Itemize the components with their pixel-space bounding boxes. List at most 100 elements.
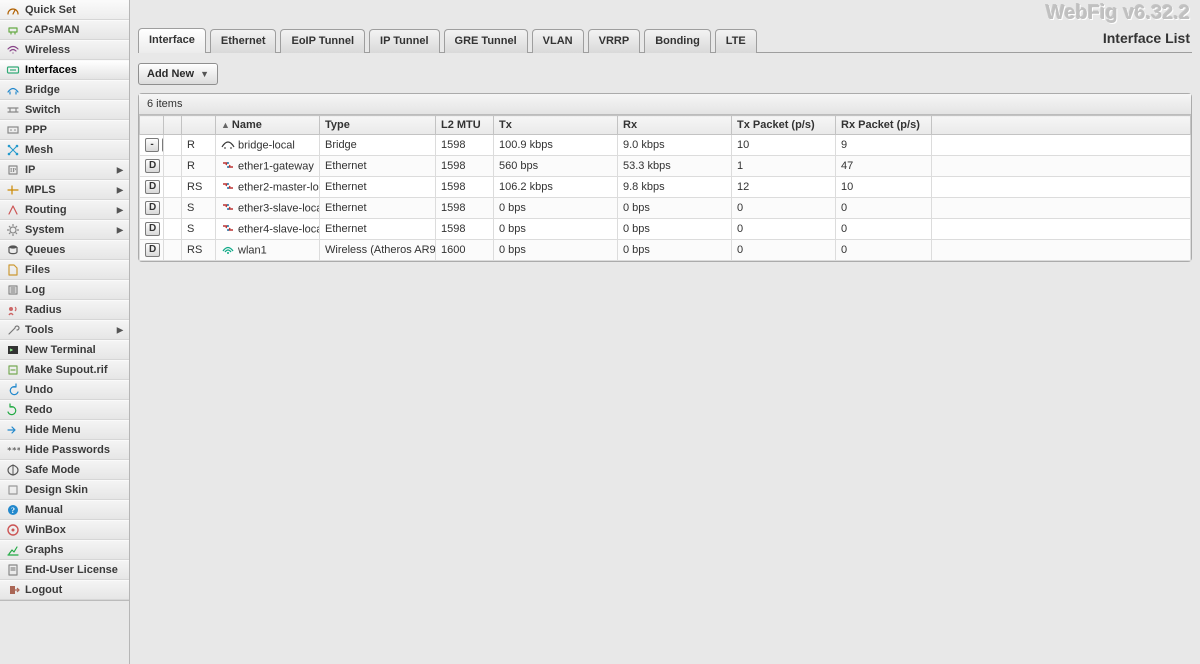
cell-flags: S (182, 198, 216, 219)
sidebar-item-graphs[interactable]: Graphs (0, 540, 129, 560)
tab-bonding[interactable]: Bonding (644, 29, 711, 53)
col-header-tx[interactable]: Tx (494, 116, 618, 135)
cell-l2mtu: 1600 (436, 240, 494, 261)
col-header-ctl1[interactable] (140, 116, 164, 135)
sidebar-item-interfaces[interactable]: Interfaces (0, 60, 129, 80)
col-header-rest[interactable] (932, 116, 1191, 135)
cell-tx: 100.9 kbps (494, 135, 618, 156)
col-header-type[interactable]: Type (320, 116, 436, 135)
cell-rxp: 0 (836, 240, 932, 261)
switch-icon (6, 103, 20, 117)
ap-icon (6, 23, 20, 37)
hidemenu-icon (6, 423, 20, 437)
gauge-icon (6, 3, 20, 17)
sidebar-item-label: IP (25, 164, 35, 176)
cell-spacer (164, 198, 182, 219)
eth-icon (221, 160, 235, 173)
cell-controls: - D (140, 135, 164, 156)
sidebar-item-tools[interactable]: Tools (0, 320, 129, 340)
sidebar-item-redo[interactable]: Redo (0, 400, 129, 420)
disable-button[interactable]: D (145, 180, 160, 194)
sidebar-item-wireless[interactable]: Wireless (0, 40, 129, 60)
sidebar-item-capsman[interactable]: CAPsMAN (0, 20, 129, 40)
disable-button[interactable]: D (145, 159, 160, 173)
cell-type: Ethernet (320, 177, 436, 198)
disable-button[interactable]: D (145, 243, 160, 257)
undo-icon (6, 383, 20, 397)
col-header-txp[interactable]: Tx Packet (p/s) (732, 116, 836, 135)
cell-flags: RS (182, 177, 216, 198)
sidebar-item-design-skin[interactable]: Design Skin (0, 480, 129, 500)
sidebar-item-winbox[interactable]: WinBox (0, 520, 129, 540)
table-row[interactable]: DRSether2-master-localEthernet1598106.2 … (140, 177, 1191, 198)
tab-ethernet[interactable]: Ethernet (210, 29, 277, 53)
table-row[interactable]: DSether3-slave-localEthernet15980 bps0 b… (140, 198, 1191, 219)
files-icon (6, 263, 20, 277)
sidebar-item-routing[interactable]: Routing (0, 200, 129, 220)
tab-lte[interactable]: LTE (715, 29, 757, 53)
safemode-icon (6, 463, 20, 477)
sidebar-item-safe-mode[interactable]: Safe Mode (0, 460, 129, 480)
sidebar-item-label: Hide Passwords (25, 444, 110, 456)
sidebar-item-end-user-license[interactable]: End-User License (0, 560, 129, 580)
col-header-ctl2[interactable] (164, 116, 182, 135)
cell-rxp: 0 (836, 219, 932, 240)
sidebar-item-hide-menu[interactable]: Hide Menu (0, 420, 129, 440)
col-header-rxp[interactable]: Rx Packet (p/s) (836, 116, 932, 135)
sidebar-item-quick-set[interactable]: Quick Set (0, 0, 129, 20)
sidebar-item-system[interactable]: System (0, 220, 129, 240)
sidebar-item-label: Bridge (25, 84, 60, 96)
cell-rest (932, 240, 1191, 261)
svg-text:IP: IP (10, 168, 16, 174)
sidebar-item-label: Quick Set (25, 4, 76, 16)
sidebar-item-ppp[interactable]: PPP (0, 120, 129, 140)
sidebar-item-make-supout-rif[interactable]: Make Supout.rif (0, 360, 129, 380)
sidebar-item-switch[interactable]: Switch (0, 100, 129, 120)
col-header-l2mtu[interactable]: L2 MTU (436, 116, 494, 135)
table-row[interactable]: DSether4-slave-localEthernet15980 bps0 b… (140, 219, 1191, 240)
sidebar-item-new-terminal[interactable]: New Terminal (0, 340, 129, 360)
collapse-button[interactable]: - (145, 138, 159, 152)
brand-label: WebFig v6.32.2 (1046, 2, 1190, 25)
table-row[interactable]: DRSwlan1Wireless (Atheros AR9300)16000 b… (140, 240, 1191, 261)
summary-label: 6 items (139, 94, 1191, 115)
eth-icon (221, 202, 235, 215)
table-row[interactable]: - DRbridge-localBridge1598100.9 kbps9.0 … (140, 135, 1191, 156)
cell-controls: D (140, 240, 164, 261)
table-row[interactable]: DRether1-gatewayEthernet1598560 bps53.3 … (140, 156, 1191, 177)
add-new-label: Add New (147, 68, 194, 80)
sidebar-item-queues[interactable]: Queues (0, 240, 129, 260)
col-header-rx[interactable]: Rx (618, 116, 732, 135)
sidebar-item-log[interactable]: Log (0, 280, 129, 300)
disable-button[interactable]: D (145, 222, 160, 236)
mpls-icon (6, 183, 20, 197)
sidebar-item-manual[interactable]: ?Manual (0, 500, 129, 520)
col-header-flags[interactable] (182, 116, 216, 135)
sidebar-item-radius[interactable]: Radius (0, 300, 129, 320)
cell-rx: 0 bps (618, 198, 732, 219)
col-header-name[interactable]: ▲Name (216, 116, 320, 135)
cell-rest (932, 156, 1191, 177)
disable-button[interactable]: D (145, 201, 160, 215)
tab-eoip-tunnel[interactable]: EoIP Tunnel (280, 29, 365, 53)
add-new-button[interactable]: Add New ▼ (138, 63, 218, 85)
cell-spacer (164, 156, 182, 177)
tab-ip-tunnel[interactable]: IP Tunnel (369, 29, 440, 53)
sidebar-item-logout[interactable]: Logout (0, 580, 129, 600)
cell-tx: 0 bps (494, 240, 618, 261)
sidebar-item-files[interactable]: Files (0, 260, 129, 280)
log-icon (6, 283, 20, 297)
sidebar-item-hide-passwords[interactable]: ***Hide Passwords (0, 440, 129, 460)
sidebar-item-mesh[interactable]: Mesh (0, 140, 129, 160)
sidebar-item-bridge[interactable]: Bridge (0, 80, 129, 100)
svg-text:?: ? (11, 506, 15, 515)
tab-vlan[interactable]: VLAN (532, 29, 584, 53)
sidebar-item-undo[interactable]: Undo (0, 380, 129, 400)
tab-vrrp[interactable]: VRRP (588, 29, 641, 53)
tab-interface[interactable]: Interface (138, 28, 206, 53)
sidebar-item-mpls[interactable]: MPLS (0, 180, 129, 200)
cell-l2mtu: 1598 (436, 177, 494, 198)
tab-gre-tunnel[interactable]: GRE Tunnel (444, 29, 528, 53)
sidebar-item-ip[interactable]: IP IP (0, 160, 129, 180)
cell-txp: 0 (732, 219, 836, 240)
